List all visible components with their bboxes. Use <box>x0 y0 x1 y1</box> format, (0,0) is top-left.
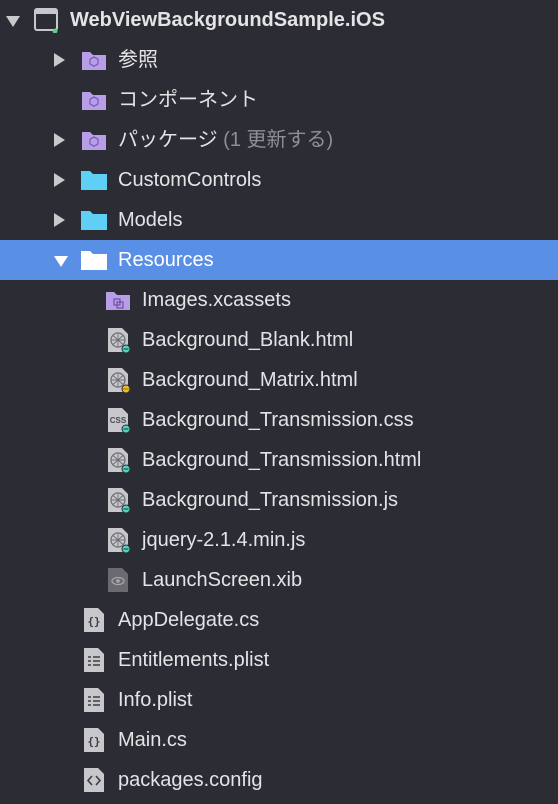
folder-icon <box>80 247 108 273</box>
main-cs-label: Main.cs <box>118 729 187 751</box>
tree-item-info-plist[interactable]: Info.plist <box>0 680 558 720</box>
disclosure-collapsed-icon[interactable] <box>54 213 65 227</box>
svg-text:{}: {} <box>87 615 100 628</box>
project-icon <box>32 7 60 33</box>
references-label: 参照 <box>118 49 158 71</box>
css-file-icon: CSS <box>104 407 132 433</box>
background-matrix-label: Background_Matrix.html <box>142 369 358 391</box>
web-file-icon <box>104 447 132 473</box>
tree-item-background-transmission-js[interactable]: Background_Transmission.js <box>0 480 558 520</box>
tree-item-jquery[interactable]: jquery-2.1.4.min.js <box>0 520 558 560</box>
tree-item-background-transmission-css[interactable]: CSS Background_Transmission.css <box>0 400 558 440</box>
background-transmission-js-label: Background_Transmission.js <box>142 489 399 511</box>
packages-folder-icon <box>80 127 108 153</box>
web-file-icon <box>104 327 132 353</box>
packages-update-note[interactable]: (1 更新する) <box>223 129 333 151</box>
folder-icon <box>80 167 108 193</box>
tree-item-project[interactable]: WebViewBackgroundSample.iOS <box>0 0 534 40</box>
csharp-file-icon: {} <box>80 727 108 753</box>
solution-tree: WebViewBackgroundSample.iOS 参照 コンポーネント パ… <box>0 0 558 804</box>
disclosure-expanded-icon[interactable] <box>6 16 20 27</box>
tree-item-models[interactable]: Models <box>0 200 558 240</box>
asset-catalog-icon <box>104 287 132 313</box>
disclosure-collapsed-icon[interactable] <box>54 133 65 147</box>
packages-config-label: packages.config <box>118 769 263 791</box>
config-file-icon <box>80 767 108 793</box>
tree-item-packages-config[interactable]: packages.config <box>0 760 558 800</box>
customcontrols-label: CustomControls <box>118 169 262 191</box>
tree-item-images-xcassets[interactable]: Images.xcassets <box>0 280 558 320</box>
background-transmission-css-label: Background_Transmission.css <box>142 409 414 431</box>
components-folder-icon <box>80 87 108 113</box>
disclosure-collapsed-icon[interactable] <box>54 173 65 187</box>
tree-item-background-matrix[interactable]: Background_Matrix.html <box>0 360 558 400</box>
images-xcassets-label: Images.xcassets <box>142 289 291 311</box>
tree-item-resources[interactable]: Resources <box>0 240 558 280</box>
info-plist-label: Info.plist <box>118 689 193 711</box>
css-icon-text: CSS <box>110 416 127 425</box>
folder-icon <box>80 207 108 233</box>
xib-file-icon <box>104 567 132 593</box>
launchscreen-label: LaunchScreen.xib <box>142 569 303 591</box>
tree-item-background-transmission-html[interactable]: Background_Transmission.html <box>0 440 558 480</box>
models-label: Models <box>118 209 183 231</box>
web-file-icon <box>104 367 132 393</box>
svg-text:{}: {} <box>87 735 100 748</box>
tree-item-entitlements[interactable]: Entitlements.plist <box>0 640 558 680</box>
disclosure-collapsed-icon[interactable] <box>54 53 65 67</box>
tree-item-customcontrols[interactable]: CustomControls <box>0 160 558 200</box>
resources-label: Resources <box>118 249 214 271</box>
tree-item-references[interactable]: 参照 <box>0 40 558 80</box>
project-label: WebViewBackgroundSample.iOS <box>70 9 385 31</box>
tree-item-packages[interactable]: パッケージ (1 更新する) <box>0 120 558 160</box>
disclosure-expanded-icon[interactable] <box>54 256 68 267</box>
references-folder-icon <box>80 47 108 73</box>
plist-file-icon <box>80 687 108 713</box>
web-file-icon <box>104 487 132 513</box>
csharp-file-icon: {} <box>80 607 108 633</box>
plist-file-icon <box>80 647 108 673</box>
packages-name: パッケージ <box>118 129 218 151</box>
web-file-icon <box>104 527 132 553</box>
appdelegate-label: AppDelegate.cs <box>118 609 260 631</box>
background-blank-label: Background_Blank.html <box>142 329 354 351</box>
jquery-label: jquery-2.1.4.min.js <box>142 529 306 551</box>
tree-item-background-blank[interactable]: Background_Blank.html <box>0 320 558 360</box>
tree-item-launchscreen[interactable]: LaunchScreen.xib <box>0 560 558 600</box>
components-label: コンポーネント <box>118 89 258 111</box>
background-transmission-html-label: Background_Transmission.html <box>142 449 422 471</box>
tree-item-main-cs[interactable]: {} Main.cs <box>0 720 558 760</box>
packages-label: パッケージ (1 更新する) <box>118 129 333 151</box>
tree-item-components[interactable]: コンポーネント <box>0 80 558 120</box>
entitlements-label: Entitlements.plist <box>118 649 270 671</box>
tree-item-appdelegate[interactable]: {} AppDelegate.cs <box>0 600 558 640</box>
